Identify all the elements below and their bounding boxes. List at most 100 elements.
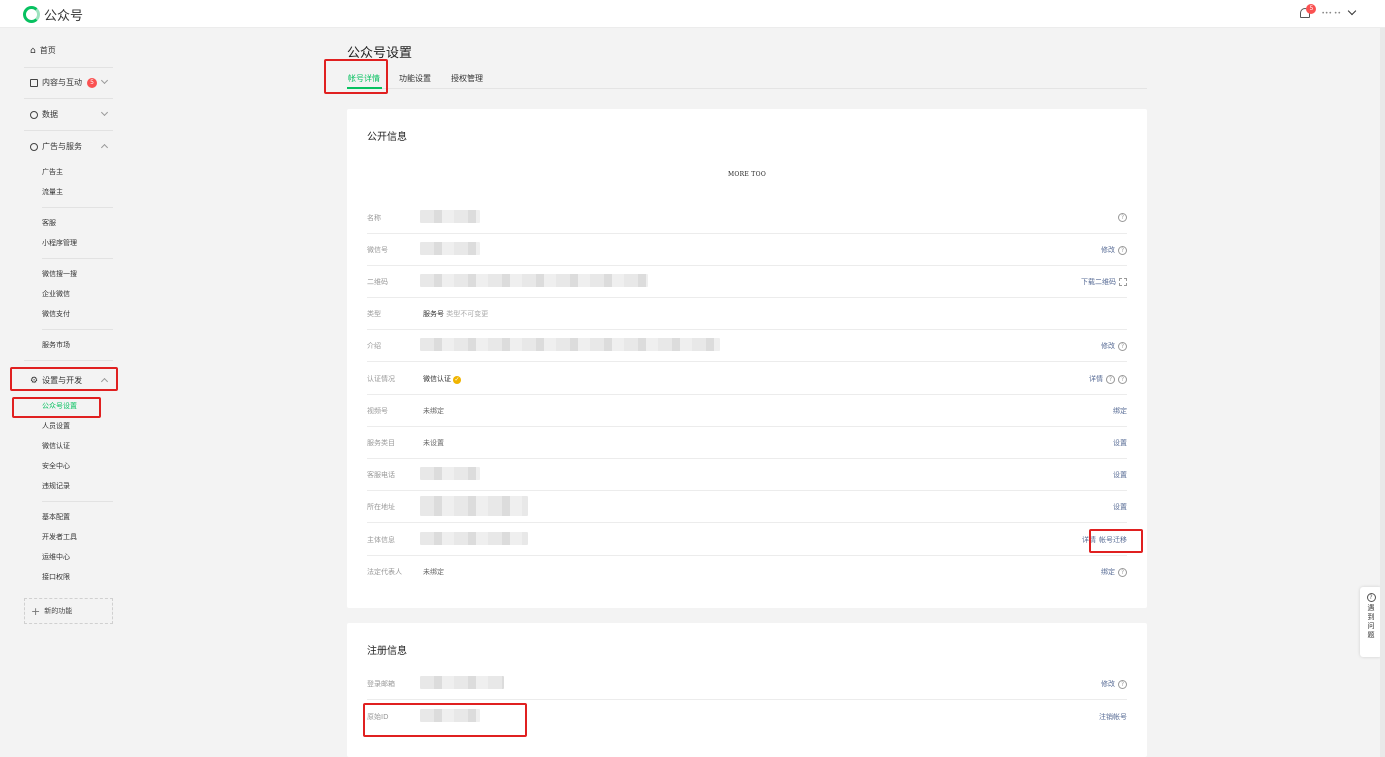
scrollbar[interactable]	[1380, 28, 1385, 757]
user-name[interactable]: ••• ••	[1321, 10, 1341, 17]
sidebar-item-data[interactable]: 数据	[30, 109, 58, 120]
redacted-value	[420, 532, 528, 545]
sidebar-item-dev-tools[interactable]: 开发者工具	[42, 532, 77, 542]
qrcode-icon[interactable]	[1119, 278, 1127, 286]
chevron-up-icon[interactable]	[100, 377, 109, 386]
sidebar-item-customer-service[interactable]: 客服	[42, 218, 56, 228]
chevron-down-icon[interactable]	[1347, 6, 1357, 16]
app-title: 公众号	[44, 9, 84, 24]
account-avatar[interactable]: MORE TOO	[347, 171, 1147, 178]
edit-link[interactable]: 修改	[1101, 679, 1115, 689]
home-icon: ⌂	[30, 45, 36, 56]
sidebar-item-api-permissions[interactable]: 接口权限	[42, 572, 70, 582]
tab-feature-settings[interactable]: 功能设置	[399, 73, 431, 84]
divider	[42, 501, 113, 502]
sidebar: ⌂ 首页 内容与互动 5 数据 广告与服务 广告主 流量主 客服 小程序管理 微…	[0, 29, 128, 757]
sidebar-item-wecom[interactable]: 企业微信	[42, 289, 70, 299]
redacted-value	[420, 709, 480, 722]
redacted-value	[420, 338, 720, 351]
sidebar-item-account-settings[interactable]: 公众号设置	[42, 401, 77, 411]
details-link[interactable]: 详情	[1089, 374, 1103, 384]
top-bar: 公众号 5 ••• ••	[0, 0, 1385, 28]
sidebar-item-miniprogram[interactable]: 小程序管理	[42, 238, 77, 248]
set-link[interactable]: 设置	[1113, 502, 1127, 512]
chevron-down-icon[interactable]	[100, 76, 109, 85]
help-icon[interactable]: ?	[1118, 679, 1127, 689]
help-icon[interactable]: ?	[1118, 213, 1127, 222]
set-link[interactable]: 设置	[1113, 470, 1127, 480]
row-actions: 下载二维码	[1081, 277, 1127, 287]
public-info-card: 公开信息 MORE TOO 名称 ? 微信号 修改? 二维码 下载二维码 类型 …	[347, 109, 1147, 608]
deregister-account-link[interactable]: 注销帐号	[1099, 712, 1127, 722]
info-row-original-id: 原始ID 注销帐号	[367, 701, 1127, 733]
details-link[interactable]: 详情	[1082, 535, 1096, 545]
edit-link[interactable]: 修改	[1101, 245, 1115, 255]
page-title: 公众号设置	[347, 46, 413, 61]
divider	[24, 67, 113, 68]
row-actions: 修改?	[1101, 245, 1127, 255]
tab-authorization[interactable]: 授权管理	[451, 73, 483, 84]
sidebar-item-ops-center[interactable]: 运维中心	[42, 552, 70, 562]
help-icon[interactable]: ?	[1118, 374, 1127, 384]
sidebar-item-basic-config[interactable]: 基本配置	[42, 512, 70, 522]
sidebar-item-publisher[interactable]: 流量主	[42, 187, 63, 197]
bind-link[interactable]: 绑定	[1113, 406, 1127, 416]
sidebar-item-market[interactable]: 服务市场	[42, 340, 70, 350]
sidebar-item-security[interactable]: 安全中心	[42, 461, 70, 471]
row-actions: 修改?	[1101, 341, 1127, 351]
redacted-value	[420, 467, 480, 480]
redacted-value	[420, 496, 528, 516]
account-migration-link[interactable]: 帐号迁移	[1099, 535, 1127, 545]
sidebar-item-verification[interactable]: 微信认证	[42, 441, 70, 451]
sidebar-item-home[interactable]: ⌂ 首页	[30, 45, 56, 56]
row-actions: 设置	[1113, 470, 1127, 480]
chevron-down-icon[interactable]	[100, 108, 109, 117]
row-label: 客服电话	[367, 471, 395, 479]
content-badge: 5	[87, 77, 97, 88]
sidebar-item-staff[interactable]: 人员设置	[42, 421, 70, 431]
info-row-intro: 介绍 修改?	[367, 330, 1127, 362]
info-row-login-email: 登录邮箱 修改?	[367, 668, 1127, 700]
notification-button[interactable]: 5	[1299, 4, 1317, 21]
sidebar-item-settings[interactable]: ⚙ 设置与开发	[30, 375, 82, 386]
help-icon[interactable]: ?	[1106, 374, 1115, 384]
download-qrcode-link[interactable]: 下载二维码	[1081, 277, 1116, 287]
document-icon	[30, 78, 38, 87]
help-widget[interactable]: ? 遇到问题	[1360, 587, 1382, 657]
set-link[interactable]: 设置	[1113, 438, 1127, 448]
sidebar-item-content[interactable]: 内容与互动 5	[30, 77, 97, 88]
chevron-up-icon[interactable]	[100, 143, 109, 152]
tab-bar: 帐号详情 功能设置 授权管理	[347, 72, 1147, 89]
help-icon[interactable]: ?	[1118, 245, 1127, 255]
row-value: 微信认证 ✓	[423, 374, 461, 384]
sidebar-item-wechat-search[interactable]: 微信搜一搜	[42, 269, 77, 279]
bind-link[interactable]: 绑定	[1101, 567, 1115, 577]
logo[interactable]: 公众号	[23, 5, 83, 24]
tab-account-details[interactable]: 帐号详情	[348, 73, 380, 84]
account-type: 服务号	[423, 310, 444, 318]
help-icon[interactable]: ?	[1118, 341, 1127, 351]
help-icon: ?	[1366, 593, 1376, 602]
divider	[42, 207, 113, 208]
sidebar-item-advertiser[interactable]: 广告主	[42, 167, 63, 177]
edit-link[interactable]: 修改	[1101, 341, 1115, 351]
row-actions: 注销帐号	[1099, 712, 1127, 722]
sidebar-item-label: 设置与开发	[42, 376, 83, 385]
info-row-legal-rep: 法定代表人 未绑定 绑定?	[367, 556, 1127, 588]
redacted-value	[420, 210, 480, 223]
row-label: 介绍	[367, 342, 381, 350]
active-tab-indicator	[347, 87, 382, 89]
row-value: 未设置	[423, 439, 444, 447]
user-area: 5 ••• ••	[1299, 4, 1357, 21]
row-label: 认证情况	[367, 375, 395, 383]
sidebar-item-violations[interactable]: 违规记录	[42, 481, 70, 491]
new-feature-button[interactable]: + 新的功能	[24, 598, 113, 624]
row-actions: 设置	[1113, 438, 1127, 448]
redacted-value	[420, 274, 648, 287]
row-label: 视频号	[367, 407, 388, 415]
new-feature-label: 新的功能	[44, 607, 73, 615]
sidebar-item-wechat-pay[interactable]: 微信支付	[42, 309, 70, 319]
help-icon[interactable]: ?	[1118, 567, 1127, 577]
info-row-wechat-id: 微信号 修改?	[367, 234, 1127, 266]
sidebar-item-ads[interactable]: 广告与服务	[30, 141, 82, 152]
